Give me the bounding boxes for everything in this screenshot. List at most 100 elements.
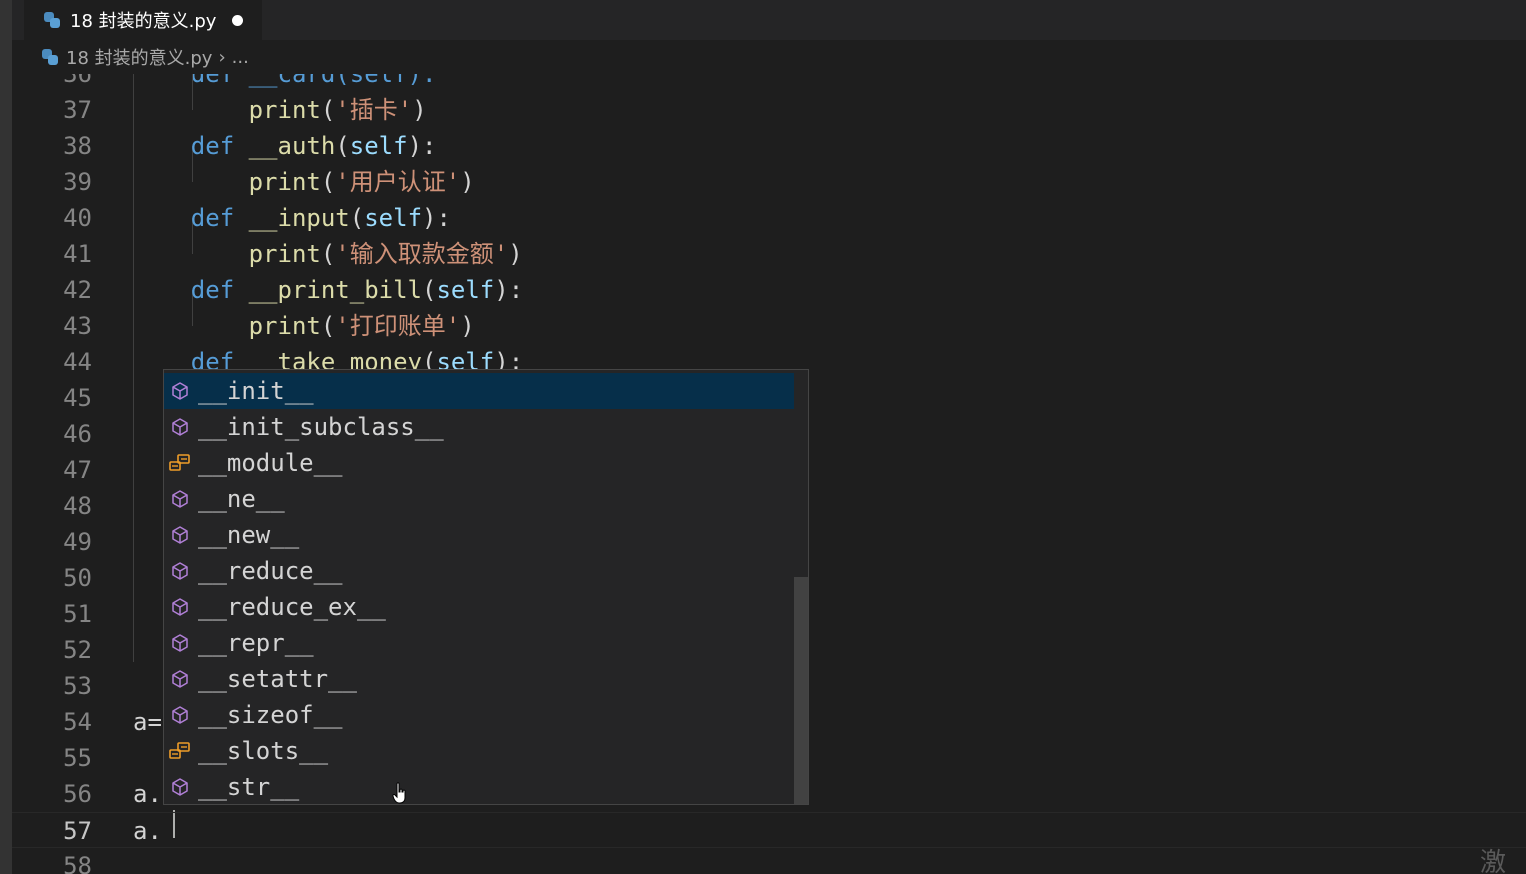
- method-cube-icon: [165, 381, 195, 401]
- code-token: ):: [494, 276, 524, 304]
- suggest-item[interactable]: __module__: [164, 445, 794, 481]
- line-code: def __auth(self):: [133, 128, 437, 164]
- python-file-icon: [44, 12, 60, 28]
- suggest-item[interactable]: __new__: [164, 517, 794, 553]
- line-number: 45: [63, 384, 92, 412]
- line-number: 50: [63, 564, 92, 592]
- variable-icon: [165, 453, 195, 473]
- suggest-item[interactable]: __init_subclass__: [164, 409, 794, 445]
- line-number: 41: [63, 240, 92, 268]
- code-line[interactable]: 41 print('输入取款金额'): [12, 236, 1526, 272]
- code-token: (: [320, 168, 336, 196]
- suggest-item-label: __new__: [198, 521, 300, 549]
- code-token: __input: [248, 204, 350, 232]
- code-line[interactable]: 37 print('插卡'): [12, 92, 1526, 128]
- suggest-item-label: __ne__: [198, 485, 285, 513]
- code-line[interactable]: 57 a.: [12, 812, 1526, 848]
- suggest-item[interactable]: __reduce_ex__: [164, 589, 794, 625]
- line-number: 46: [63, 420, 92, 448]
- code-token: '打印账单': [335, 312, 461, 340]
- code-token: '输入取款金额': [335, 240, 509, 268]
- unsaved-dot-icon[interactable]: [232, 14, 244, 26]
- line-code: print('用户认证'): [133, 164, 475, 200]
- code-token: ):: [422, 204, 451, 232]
- suggest-item-label: __slots__: [198, 737, 329, 765]
- code-line[interactable]: 43 print('打印账单'): [12, 308, 1526, 344]
- method-cube-icon: [165, 597, 195, 617]
- method-cube-icon: [165, 489, 195, 509]
- code-token: a.: [133, 780, 162, 808]
- line-code: a=: [133, 704, 162, 740]
- line-number: 52: [63, 636, 92, 664]
- variable-icon: [165, 741, 195, 761]
- suggest-item-label: __repr__: [198, 629, 314, 657]
- suggest-item-label: __reduce__: [198, 557, 343, 585]
- method-cube-icon: [165, 669, 195, 689]
- code-token: (: [335, 132, 350, 160]
- code-token: def: [190, 276, 235, 304]
- suggest-widget[interactable]: __init__ __init_subclass__ __module__ __ne_…: [163, 369, 809, 805]
- code-token: (: [422, 276, 437, 304]
- suggest-item-label: __module__: [198, 449, 343, 477]
- code-line[interactable]: 40 def __input(self):: [12, 200, 1526, 236]
- code-token: print: [248, 240, 321, 268]
- suggest-item[interactable]: __str__: [164, 769, 794, 804]
- line-number: 42: [63, 276, 92, 304]
- line-number: 37: [63, 96, 92, 124]
- suggest-item-label: __setattr__: [198, 665, 357, 693]
- line-code: def __card(self):: [133, 74, 437, 88]
- suggest-item[interactable]: __slots__: [164, 733, 794, 769]
- line-number: 36: [63, 74, 92, 88]
- line-number: 58: [63, 852, 92, 874]
- code-line[interactable]: 58: [12, 848, 1526, 874]
- suggest-item[interactable]: __sizeof__: [164, 697, 794, 733]
- line-number: 55: [63, 744, 92, 772]
- method-cube-icon: [165, 417, 195, 437]
- suggest-item[interactable]: __ne__: [164, 481, 794, 517]
- suggest-item[interactable]: __repr__: [164, 625, 794, 661]
- breadcrumb-file[interactable]: 18 封装的意义.py: [66, 44, 212, 70]
- line-number: 57: [63, 817, 92, 845]
- code-token: a.: [133, 817, 162, 845]
- suggest-scrollbar[interactable]: [794, 577, 808, 804]
- tab-bar: 18 封装的意义.py: [12, 0, 1526, 40]
- line-number: 38: [63, 132, 92, 160]
- line-code: print('插卡'): [133, 92, 427, 128]
- code-token: def: [190, 132, 235, 160]
- code-token: ): [460, 312, 475, 340]
- line-code: a.: [133, 776, 162, 812]
- code-token: def: [190, 204, 235, 232]
- code-token: ): [412, 96, 427, 124]
- code-token: __auth: [248, 132, 336, 160]
- code-token: '插卡': [335, 96, 413, 124]
- code-line[interactable]: 39 print('用户认证'): [12, 164, 1526, 200]
- chevron-right-icon: ›: [218, 46, 226, 68]
- code-line-partial: 36 def __card(self):: [12, 74, 1526, 92]
- line-number: 56: [63, 780, 92, 808]
- suggest-item-label: __reduce_ex__: [198, 593, 386, 621]
- code-token: a=: [133, 708, 162, 736]
- code-token: (: [320, 96, 336, 124]
- line-code: def __print_bill(self):: [133, 272, 523, 308]
- code-token: ): [460, 168, 475, 196]
- suggest-item[interactable]: __init__: [164, 373, 794, 409]
- line-code: a.: [133, 813, 162, 849]
- suggest-item[interactable]: __setattr__: [164, 661, 794, 697]
- code-line[interactable]: 38 def __auth(self):: [12, 128, 1526, 164]
- code-token: print: [248, 96, 321, 124]
- line-number: 40: [63, 204, 92, 232]
- tab-active-file[interactable]: 18 封装的意义.py: [24, 0, 262, 40]
- breadcrumb-more[interactable]: ...: [232, 47, 249, 68]
- line-code: print('输入取款金额'): [133, 236, 523, 272]
- code-token: (: [320, 240, 336, 268]
- suggest-item[interactable]: __reduce__: [164, 553, 794, 589]
- suggest-item-label: __sizeof__: [198, 701, 343, 729]
- code-line[interactable]: 42 def __print_bill(self):: [12, 272, 1526, 308]
